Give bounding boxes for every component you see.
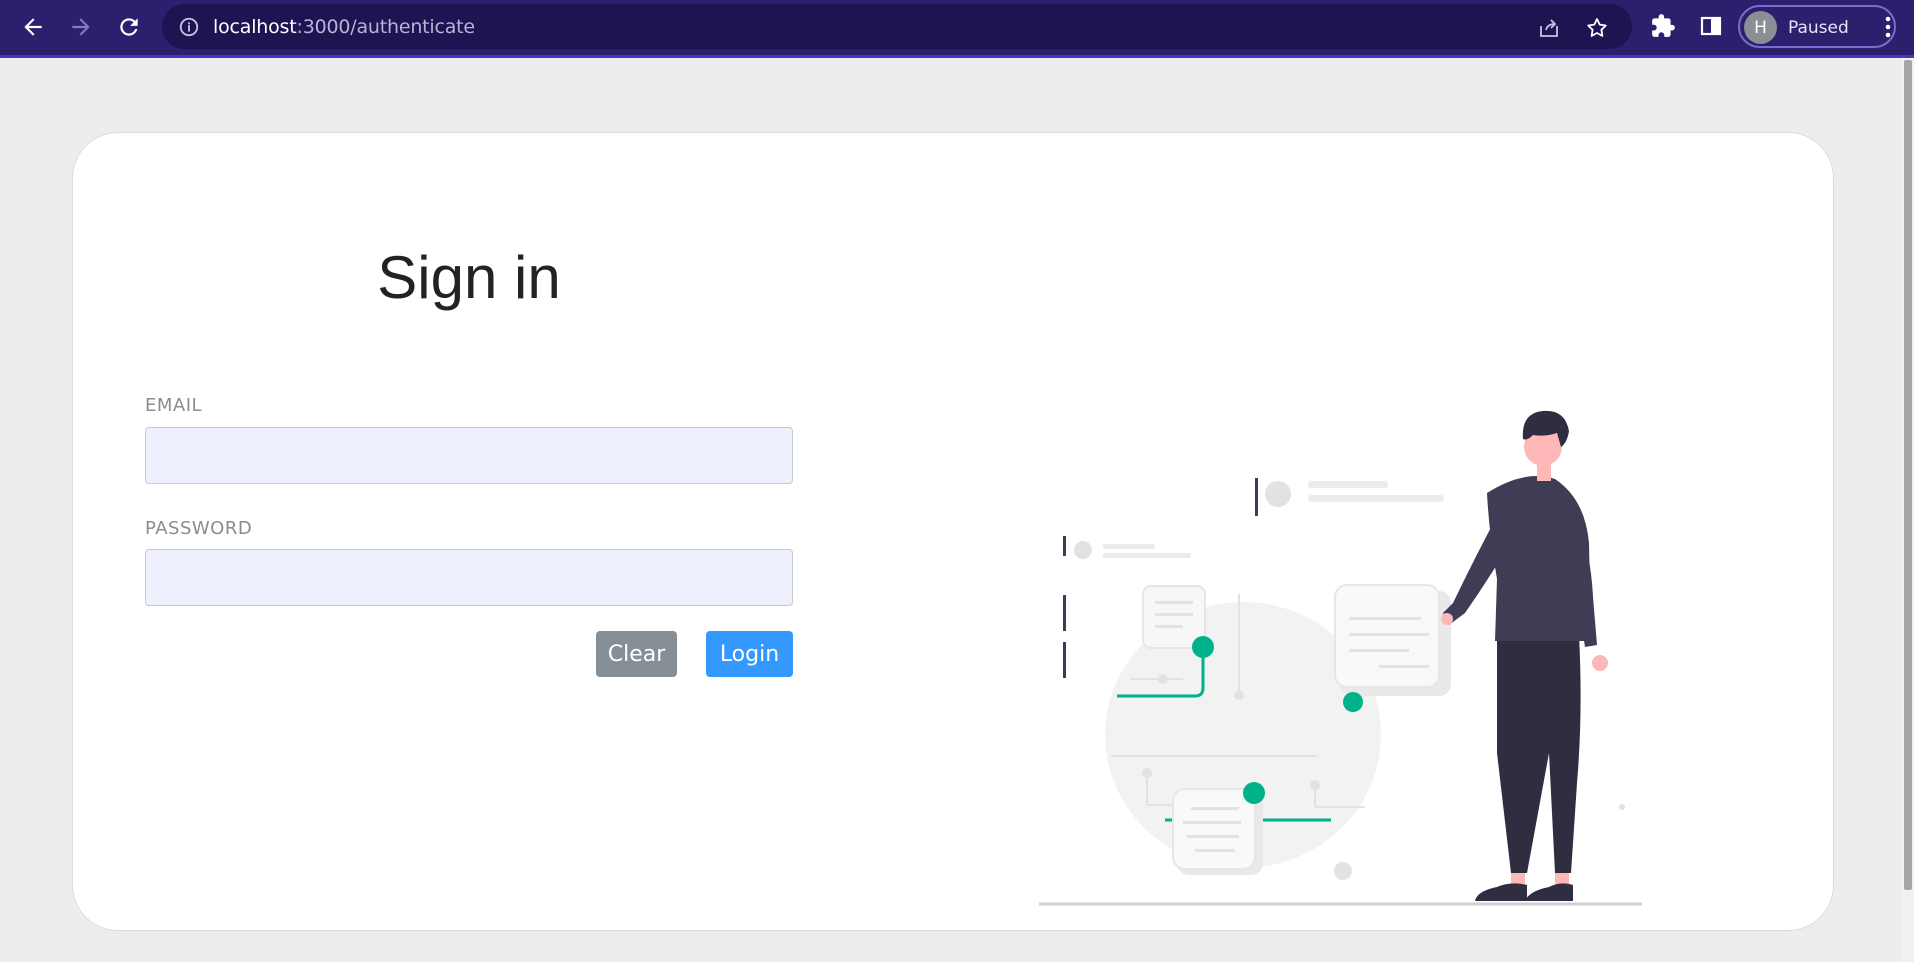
url-path: :3000/authenticate: [296, 16, 476, 38]
login-card: Sign in EMAIL PASSWORD Clear Login: [72, 132, 1834, 931]
share-icon[interactable]: [1536, 15, 1562, 41]
authentication-illustration: [1039, 410, 1642, 906]
email-label: EMAIL: [145, 395, 203, 416]
clear-button[interactable]: Clear: [596, 631, 677, 677]
page-title: Sign in: [377, 244, 561, 311]
email-field[interactable]: [145, 427, 793, 484]
floating-card-1: [1142, 585, 1206, 649]
forward-button[interactable]: [64, 10, 98, 44]
profile-button[interactable]: H Paused: [1738, 5, 1896, 48]
person-figure: [1441, 410, 1608, 901]
profile-status: Paused: [1788, 18, 1849, 38]
more-menu-icon[interactable]: [1876, 12, 1900, 42]
reload-button[interactable]: [112, 10, 146, 44]
extensions-icon[interactable]: [1649, 12, 1677, 40]
password-label: PASSWORD: [145, 518, 253, 539]
login-button[interactable]: Login: [706, 631, 793, 677]
site-info-icon[interactable]: [178, 16, 200, 38]
url-text: localhost:3000/authenticate: [213, 16, 475, 38]
url-host: localhost: [213, 16, 297, 38]
arrow-left-icon: [24, 18, 42, 36]
avatar: H: [1744, 11, 1777, 44]
back-button[interactable]: [16, 10, 50, 44]
password-field[interactable]: [145, 549, 793, 606]
browser-toolbar: localhost:3000/authenticate H Paused: [0, 0, 1914, 58]
side-panel-icon[interactable]: [1697, 12, 1725, 40]
address-bar[interactable]: localhost:3000/authenticate: [162, 4, 1632, 49]
page-scrollbar[interactable]: [1902, 58, 1914, 962]
arrow-right-icon: [72, 18, 90, 36]
bookmark-star-icon[interactable]: [1584, 15, 1610, 41]
scrollbar-thumb[interactable]: [1904, 60, 1912, 890]
floating-card-2: [1334, 584, 1451, 696]
reload-icon: [120, 18, 138, 36]
